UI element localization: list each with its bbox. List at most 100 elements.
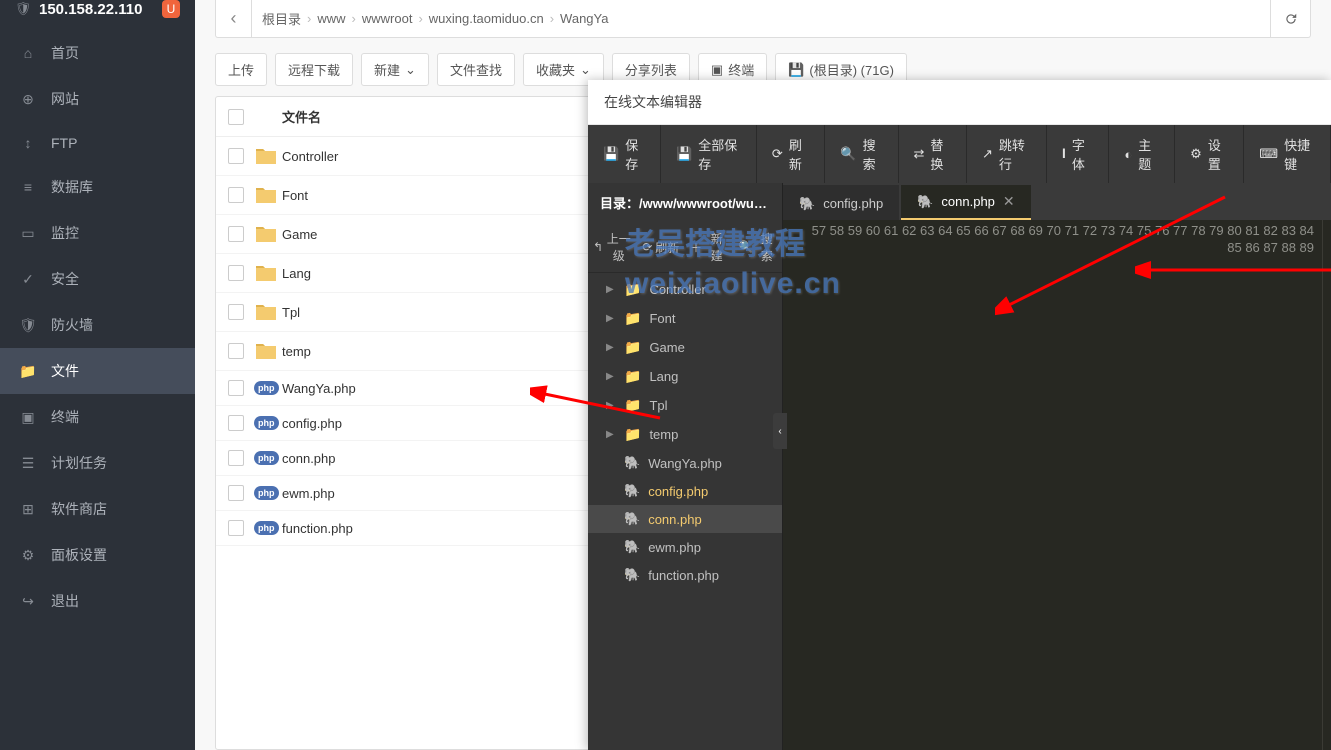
- refresh-button[interactable]: [1270, 0, 1310, 37]
- tree-item[interactable]: ▶📁temp: [588, 420, 782, 449]
- breadcrumb-segment[interactable]: 根目录: [262, 9, 301, 28]
- tree-refresh-button[interactable]: ⟳刷新: [637, 222, 686, 272]
- sidebar: 🛡 150.158.22.110 U ⌂首页⊕网站 ↕ FTP ≡数据库▭监控✓安全🛡…: [0, 0, 195, 750]
- file-checkbox[interactable]: [228, 380, 244, 396]
- editor-refresh-button[interactable]: ⟳刷新: [757, 125, 825, 183]
- sidebar-item-website[interactable]: ⊕网站: [0, 76, 195, 122]
- find-button[interactable]: 文件查找: [437, 53, 515, 86]
- tree-item[interactable]: 🐘config.php: [588, 477, 782, 505]
- store-icon: ⊞: [20, 501, 36, 517]
- tree-item[interactable]: ▶📁Tpl: [588, 391, 782, 420]
- sidebar-item-monitor[interactable]: ▭监控: [0, 210, 195, 256]
- breadcrumb-back-button[interactable]: ‹: [216, 0, 252, 37]
- editor-replace-button[interactable]: ⇄替换: [899, 125, 967, 183]
- tree-up-button[interactable]: ↰上一级: [588, 222, 637, 272]
- chevron-right-icon: ▶: [606, 342, 616, 353]
- sidebar-item-database[interactable]: ≡数据库: [0, 164, 195, 210]
- tree-search-button[interactable]: 🔍搜索: [734, 222, 783, 272]
- update-badge[interactable]: U: [162, 0, 180, 18]
- collapse-tree-button[interactable]: ‹: [773, 413, 787, 449]
- php-icon: php: [254, 521, 279, 535]
- editor-search-button[interactable]: 🔍搜索: [825, 125, 898, 183]
- editor-goto-button[interactable]: ↗跳转行: [967, 125, 1047, 183]
- file-checkbox[interactable]: [228, 485, 244, 501]
- sidebar-item-security[interactable]: ✓安全: [0, 256, 195, 302]
- toolbar-icon: ◐: [1124, 147, 1132, 162]
- ftp-icon: ↕: [20, 135, 36, 151]
- tree-item[interactable]: ▶📁Game: [588, 333, 782, 362]
- sidebar-item-label: 防火墙: [51, 315, 93, 335]
- breadcrumb: ‹ 根目录›www›wwwroot›wuxing.taomiduo.cn›Wan…: [215, 0, 1311, 38]
- editor-shortcuts-button[interactable]: ⌨快捷键: [1244, 125, 1331, 183]
- file-checkbox[interactable]: [228, 304, 244, 320]
- file-checkbox[interactable]: [228, 226, 244, 242]
- editor-save-button[interactable]: 💾保存: [588, 125, 661, 183]
- sidebar-item-label: FTP: [51, 135, 77, 151]
- breadcrumb-segment[interactable]: www: [317, 11, 345, 26]
- file-checkbox[interactable]: [228, 343, 244, 359]
- breadcrumb-path: 根目录›www›wwwroot›wuxing.taomiduo.cn›WangY…: [252, 9, 1270, 28]
- editor-tabs: 🐘config.php🐘conn.php✕: [783, 183, 1331, 220]
- tree-item[interactable]: 🐘 WangYa.php: [588, 449, 782, 477]
- file-checkbox[interactable]: [228, 187, 244, 203]
- tree-item[interactable]: ▶📁Font: [588, 304, 782, 333]
- breadcrumb-segment[interactable]: wuxing.taomiduo.cn: [429, 11, 544, 26]
- php-file-icon: 🐘: [624, 455, 640, 471]
- toolbar-label: 快捷键: [1284, 135, 1315, 173]
- file-checkbox[interactable]: [228, 265, 244, 281]
- editor-tab[interactable]: 🐘config.php: [783, 185, 899, 220]
- editor-tab[interactable]: 🐘conn.php✕: [901, 185, 1030, 220]
- editor-save-all-button[interactable]: 💾全部保存: [661, 125, 757, 183]
- sidebar-item-logout[interactable]: ↪退出: [0, 578, 195, 624]
- toolbar-label: 设置: [1208, 135, 1228, 173]
- sidebar-item-ftp[interactable]: ↕ FTP: [0, 122, 195, 164]
- tree-item[interactable]: ▶📁Lang: [588, 362, 782, 391]
- tab-label: config.php: [823, 196, 883, 211]
- sidebar-item-cron[interactable]: ☰计划任务: [0, 440, 195, 486]
- server-ip: 150.158.22.110: [39, 1, 154, 18]
- tree-item-label: WangYa.php: [648, 456, 722, 471]
- text-editor-modal: 在线文本编辑器 💾保存💾全部保存⟳刷新🔍搜索⇄替换↗跳转行𝐈字体◐主题⚙设置⌨快…: [588, 80, 1331, 750]
- tree-item[interactable]: 🐘ewm.php: [588, 533, 782, 561]
- php-icon: php: [254, 451, 279, 465]
- sidebar-item-files[interactable]: 📁文件: [0, 348, 195, 394]
- terminal-icon: ▣: [711, 62, 723, 78]
- file-type-icon: php: [254, 451, 282, 465]
- file-checkbox[interactable]: [228, 520, 244, 536]
- php-file-icon: 🐘: [624, 511, 640, 527]
- tree-item[interactable]: 🐘conn.php: [588, 505, 782, 533]
- file-type-icon: php: [254, 521, 282, 535]
- file-checkbox[interactable]: [228, 148, 244, 164]
- toolbar-icon: 💾: [603, 146, 619, 162]
- file-type-icon: php: [254, 486, 282, 500]
- close-tab-button[interactable]: ✕: [1003, 193, 1015, 210]
- sidebar-item-settings[interactable]: ⚙面板设置: [0, 532, 195, 578]
- tree-item[interactable]: ▶📁Controller: [588, 275, 782, 304]
- home-icon: ⌂: [20, 45, 36, 61]
- select-all-checkbox[interactable]: [228, 109, 244, 125]
- tab-label: conn.php: [941, 194, 995, 209]
- new-button[interactable]: 新建⌄: [361, 53, 429, 86]
- editor-settings-button[interactable]: ⚙设置: [1175, 125, 1244, 183]
- sidebar-item-store[interactable]: ⊞软件商店: [0, 486, 195, 532]
- upload-button[interactable]: 上传: [215, 53, 267, 86]
- file-checkbox[interactable]: [228, 450, 244, 466]
- firewall-icon: 🛡: [20, 317, 36, 333]
- code-area[interactable]: 57 58 59 60 61 62 63 64 65 66 67 68 69 7…: [783, 220, 1331, 750]
- breadcrumb-segment[interactable]: wwwroot: [362, 11, 413, 26]
- file-checkbox[interactable]: [228, 415, 244, 431]
- sidebar-item-home[interactable]: ⌂首页: [0, 30, 195, 76]
- tree-item[interactable]: 🐘function.php: [588, 561, 782, 589]
- editor-font-button[interactable]: 𝐈字体: [1047, 125, 1109, 183]
- breadcrumb-segment[interactable]: WangYa: [560, 11, 608, 26]
- editor-theme-button[interactable]: ◐主题: [1109, 125, 1175, 183]
- tree-new-button[interactable]: ＋新建: [685, 222, 734, 272]
- monitor-icon: ▭: [20, 225, 36, 241]
- sidebar-item-firewall[interactable]: 🛡 防火墙: [0, 302, 195, 348]
- chevron-right-icon: ▶: [606, 429, 616, 440]
- php-icon: php: [254, 486, 279, 500]
- remote-download-button[interactable]: 远程下载: [275, 53, 353, 86]
- file-type-icon: [254, 341, 282, 361]
- sidebar-item-terminal[interactable]: ▣终端: [0, 394, 195, 440]
- sidebar-item-label: 数据库: [51, 177, 93, 197]
